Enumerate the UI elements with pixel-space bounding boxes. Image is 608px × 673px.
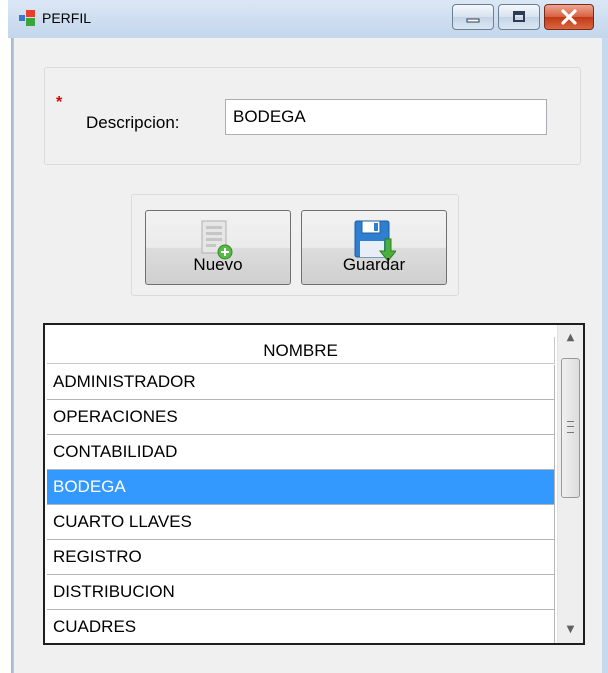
close-button[interactable] bbox=[544, 4, 594, 30]
minimize-icon bbox=[466, 18, 480, 23]
grid-rows: ADMINISTRADOR OPERACIONES CONTABILIDAD BODE… bbox=[47, 365, 555, 643]
nuevo-label: Nuevo bbox=[193, 255, 243, 274]
maximize-button[interactable] bbox=[498, 4, 540, 30]
scroll-thumb[interactable] bbox=[561, 358, 580, 498]
table-row[interactable]: BODEGA bbox=[47, 470, 555, 505]
minimize-button[interactable] bbox=[452, 4, 494, 30]
table-row[interactable]: CONTABILIDAD bbox=[47, 435, 555, 470]
scroll-up-icon[interactable]: ▲ bbox=[558, 325, 583, 351]
guardar-label: Guardar bbox=[342, 255, 406, 274]
form-icon bbox=[19, 10, 35, 26]
maximize-icon bbox=[513, 11, 525, 22]
close-icon bbox=[561, 9, 577, 25]
scroll-down-icon[interactable]: ▼ bbox=[558, 617, 583, 643]
descripcion-input[interactable] bbox=[225, 99, 547, 135]
perfil-grid[interactable]: NOMBRE ADMINISTRADOR OPERACIONES CONTABILI… bbox=[43, 323, 585, 645]
table-row[interactable]: CUADRES bbox=[47, 610, 555, 643]
window-title: PERFIL bbox=[42, 10, 92, 26]
vertical-scrollbar[interactable]: ▲ ▼ bbox=[557, 325, 583, 643]
guardar-button[interactable]: Guardar bbox=[301, 210, 447, 285]
table-row[interactable]: DISTRIBUCION bbox=[47, 575, 555, 610]
table-row[interactable]: CUARTO LLAVES bbox=[47, 505, 555, 540]
table-row[interactable]: ADMINISTRADOR bbox=[47, 365, 555, 400]
descripcion-label: Descripcion: bbox=[86, 113, 180, 132]
grip-icon bbox=[567, 421, 574, 433]
required-marker: * bbox=[56, 94, 63, 111]
table-row[interactable]: REGISTRO bbox=[47, 540, 555, 575]
column-header-nombre[interactable]: NOMBRE bbox=[47, 337, 555, 364]
title-bar[interactable]: PERFIL bbox=[8, 0, 608, 38]
table-row[interactable]: OPERACIONES bbox=[47, 400, 555, 435]
nuevo-button[interactable]: Nuevo bbox=[145, 210, 291, 285]
